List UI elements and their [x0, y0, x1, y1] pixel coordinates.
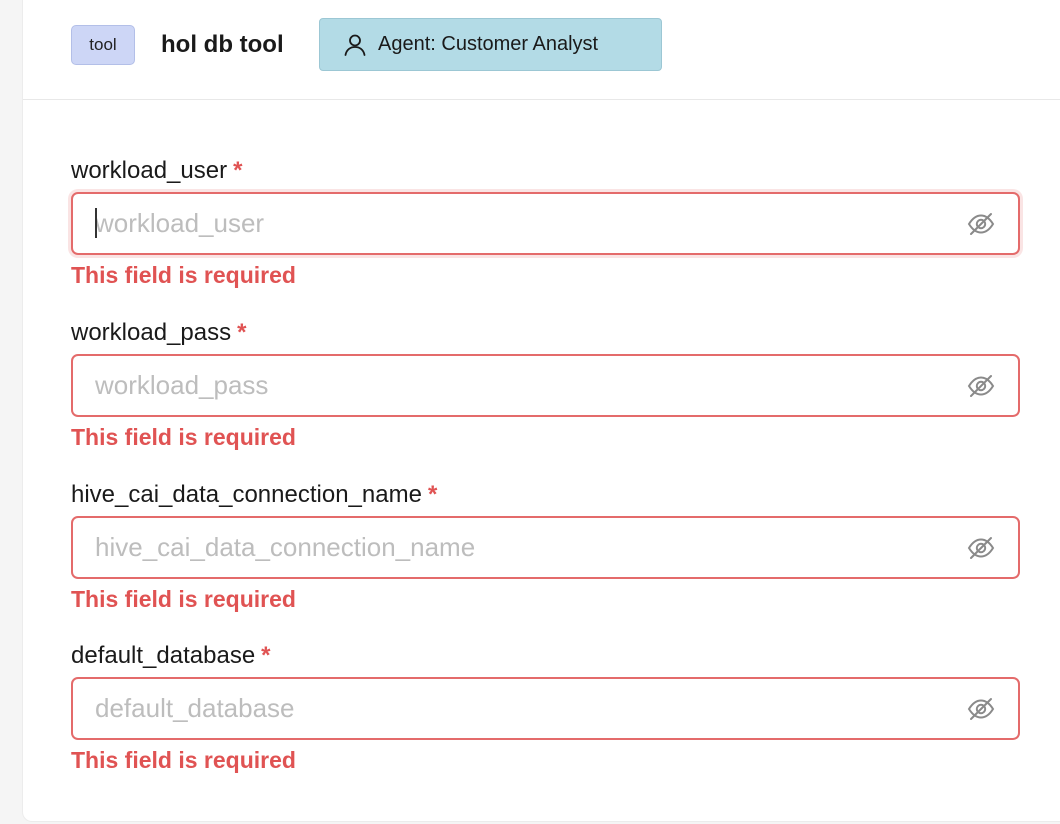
tool-type-tag: tool — [71, 25, 135, 65]
text-cursor — [95, 208, 97, 238]
field-label-text: workload_pass — [71, 319, 232, 346]
field-label-text: workload_user — [71, 157, 228, 184]
required-asterisk: * — [427, 481, 438, 508]
field-label-text: hive_cai_data_connection_name — [71, 481, 422, 508]
field-error-workload-user: This field is required — [71, 262, 296, 288]
field-label-text: default_database — [71, 642, 256, 669]
eye-off-icon[interactable] — [966, 534, 996, 562]
agent-badge[interactable]: Agent: Customer Analyst — [319, 18, 662, 71]
eye-off-icon[interactable] — [966, 695, 996, 723]
workload-user-field[interactable] — [71, 192, 1020, 255]
default-database-input[interactable] — [95, 679, 955, 738]
workload-pass-input[interactable] — [95, 356, 955, 415]
field-error-default-database: This field is required — [71, 747, 296, 773]
hive-cai-data-connection-name-input[interactable] — [95, 518, 955, 577]
field-error-hive-cai-data-connection-name: This field is required — [71, 586, 296, 612]
user-icon — [342, 32, 368, 58]
required-asterisk: * — [233, 157, 243, 184]
field-label-workload-user: workload_user * — [71, 156, 242, 186]
field-label-workload-pass: workload_pass * — [71, 318, 246, 348]
tool-name-title: hol db tool — [161, 31, 284, 58]
workload-pass-field[interactable] — [71, 354, 1020, 417]
field-label-hive-cai-data-connection-name: hive_cai_data_connection_name * — [71, 480, 437, 510]
tool-config-panel: tool hol db tool Agent: Customer Analyst… — [22, 0, 1060, 822]
eye-off-icon[interactable] — [966, 210, 996, 238]
hive-cai-data-connection-name-field[interactable] — [71, 516, 1020, 579]
field-label-default-database: default_database * — [71, 641, 271, 671]
required-asterisk: * — [237, 319, 247, 346]
required-asterisk: * — [261, 642, 271, 669]
default-database-field[interactable] — [71, 677, 1020, 740]
workload-user-input[interactable] — [95, 194, 955, 253]
field-error-workload-pass: This field is required — [71, 424, 296, 450]
eye-off-icon[interactable] — [966, 372, 996, 400]
panel-header: tool hol db tool Agent: Customer Analyst — [23, 0, 1060, 100]
agent-badge-label: Agent: Customer Analyst — [378, 33, 599, 55]
